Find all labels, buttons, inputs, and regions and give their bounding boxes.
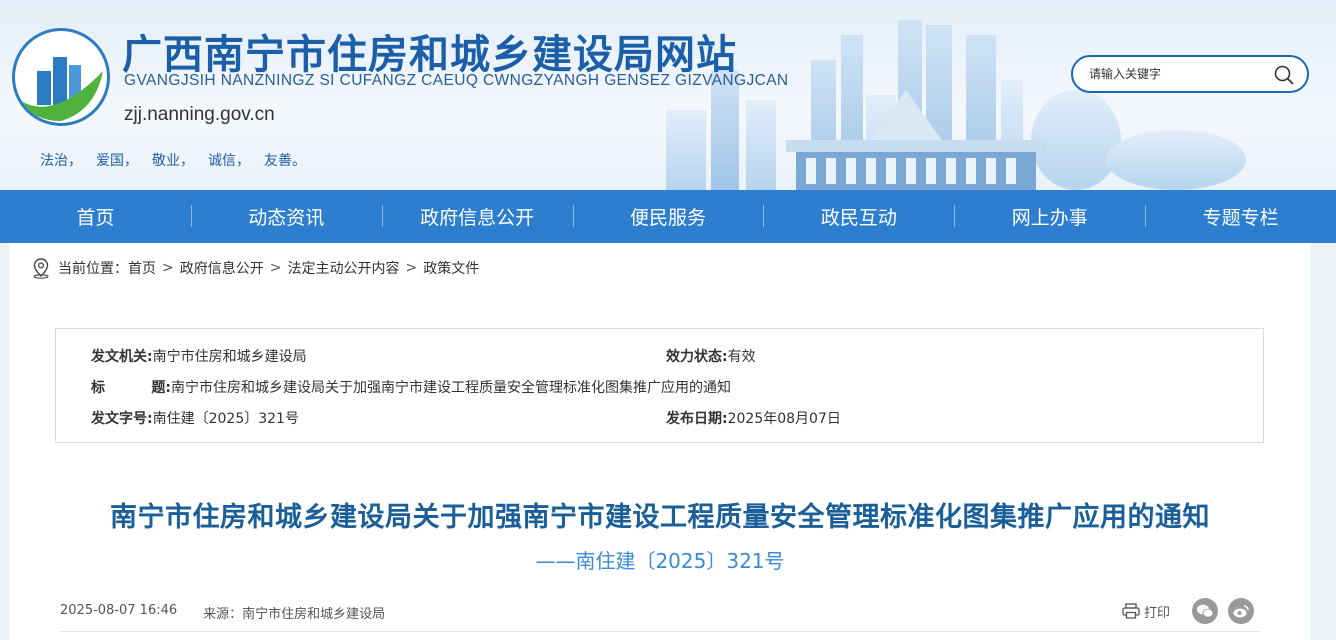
info-issuer: 发文机关:南宁市住房和城乡建设局 — [91, 346, 307, 366]
breadcrumb-gov-info[interactable]: 政府信息公开 — [180, 258, 264, 278]
nav-item-interaction[interactable]: 政民互动 — [763, 203, 954, 230]
printer-icon — [1122, 603, 1140, 619]
info-status-label: 效力状态: — [666, 349, 728, 365]
info-number-value: 南住建〔2025〕321号 — [152, 411, 299, 427]
article-subtitle: ——南住建〔2025〕321号 — [535, 549, 785, 573]
info-number: 发文字号:南住建〔2025〕321号 — [91, 408, 299, 428]
search-box — [1071, 55, 1309, 93]
site-header: 广西南宁市住房和城乡建设局网站 GVANGJSIH NANZNINGZ SI C… — [0, 0, 1336, 190]
divider — [60, 631, 1260, 632]
info-title-label-part: 题: — [151, 380, 171, 396]
info-issuer-label: 发文机关: — [91, 349, 153, 365]
share-weibo-button[interactable] — [1228, 598, 1254, 624]
slogans: 法治， 爱国， 敬业， 诚信， 友善。 — [40, 150, 306, 170]
info-title-label: 标 题: — [91, 377, 171, 397]
city-skyline-illustration — [666, 20, 1246, 190]
breadcrumb-prefix: 当前位置： — [58, 261, 128, 277]
nav-item-home[interactable]: 首页 — [0, 203, 191, 230]
site-logo[interactable] — [12, 28, 110, 126]
article-actions: 打印 — [1122, 598, 1254, 624]
search-input[interactable] — [1089, 67, 1269, 81]
info-date-value: 2025年08月07日 — [727, 411, 841, 427]
info-date-label: 发布日期: — [666, 411, 728, 427]
location-pin-icon — [33, 258, 49, 279]
slogan-item: 诚信， — [208, 153, 250, 169]
main-nav: 首页 动态资讯 政府信息公开 便民服务 政民互动 网上办事 专题专栏 — [0, 190, 1336, 243]
info-title-value: 南宁市住房和城乡建设局关于加强南宁市建设工程质量安全管理标准化图集推广应用的通知 — [171, 380, 731, 396]
slogan-item: 法治， — [40, 153, 82, 169]
print-label: 打印 — [1143, 605, 1170, 621]
breadcrumb-home[interactable]: 首页 — [128, 258, 156, 278]
wechat-icon — [1197, 604, 1214, 618]
site-subtitle: GVANGJSIH NANZNINGZ SI CUFANGZ CAEUQ CWN… — [124, 72, 789, 89]
main-content: 当前位置： 首页 > 政府信息公开 > 法定主动公开内容 > 政策文件 发文机关… — [10, 243, 1310, 640]
breadcrumb: 当前位置： 首页 > 政府信息公开 > 法定主动公开内容 > 政策文件 — [30, 257, 479, 279]
search-icon[interactable] — [1273, 64, 1295, 86]
info-status: 效力状态:有效 — [666, 346, 756, 366]
article-meta: 2025-08-07 16:46 来源：南宁市住房和城乡建设局 — [60, 603, 385, 622]
slogan-item: 爱国， — [96, 153, 138, 169]
breadcrumb-sep: > — [405, 260, 418, 276]
info-date: 发布日期:2025年08月07日 — [666, 408, 841, 428]
site-domain: zjj.nanning.gov.cn — [124, 104, 275, 125]
article-title: 南宁市住房和城乡建设局关于加强南宁市建设工程质量安全管理标准化图集推广应用的通知 — [110, 502, 1210, 533]
article-source: 来源：南宁市住房和城乡建设局 — [203, 607, 386, 622]
info-number-label: 发文字号: — [91, 411, 153, 427]
info-title: 标 题: 南宁市住房和城乡建设局关于加强南宁市建设工程质量安全管理标准化图集推广应用… — [91, 377, 731, 397]
breadcrumb-policy-docs[interactable]: 政策文件 — [423, 258, 479, 278]
breadcrumb-sep: > — [162, 260, 174, 276]
info-title-label-part: 标 — [91, 380, 105, 396]
article-time: 2025-08-07 16:46 — [60, 603, 178, 618]
slogan-item: 敬业， — [152, 153, 194, 169]
slogan-item: 友善。 — [264, 153, 306, 169]
nav-item-gov-info[interactable]: 政府信息公开 — [381, 203, 573, 230]
nav-item-news[interactable]: 动态资讯 — [190, 203, 382, 230]
breadcrumb-mandatory-disclosure[interactable]: 法定主动公开内容 — [287, 258, 399, 278]
info-issuer-value: 南宁市住房和城乡建设局 — [152, 349, 307, 365]
nav-item-topics[interactable]: 专题专栏 — [1145, 203, 1336, 230]
nav-item-online-affairs[interactable]: 网上办事 — [954, 203, 1145, 230]
weibo-icon — [1233, 605, 1249, 618]
share-wechat-button[interactable] — [1192, 598, 1218, 624]
print-button[interactable]: 打印 — [1122, 602, 1170, 621]
info-status-value: 有效 — [727, 349, 756, 365]
document-info-box: 发文机关:南宁市住房和城乡建设局 效力状态:有效 标 题: 南宁市住房和城乡建设局关… — [55, 328, 1264, 443]
breadcrumb-sep: > — [269, 260, 282, 276]
nav-item-services[interactable]: 便民服务 — [572, 203, 764, 230]
